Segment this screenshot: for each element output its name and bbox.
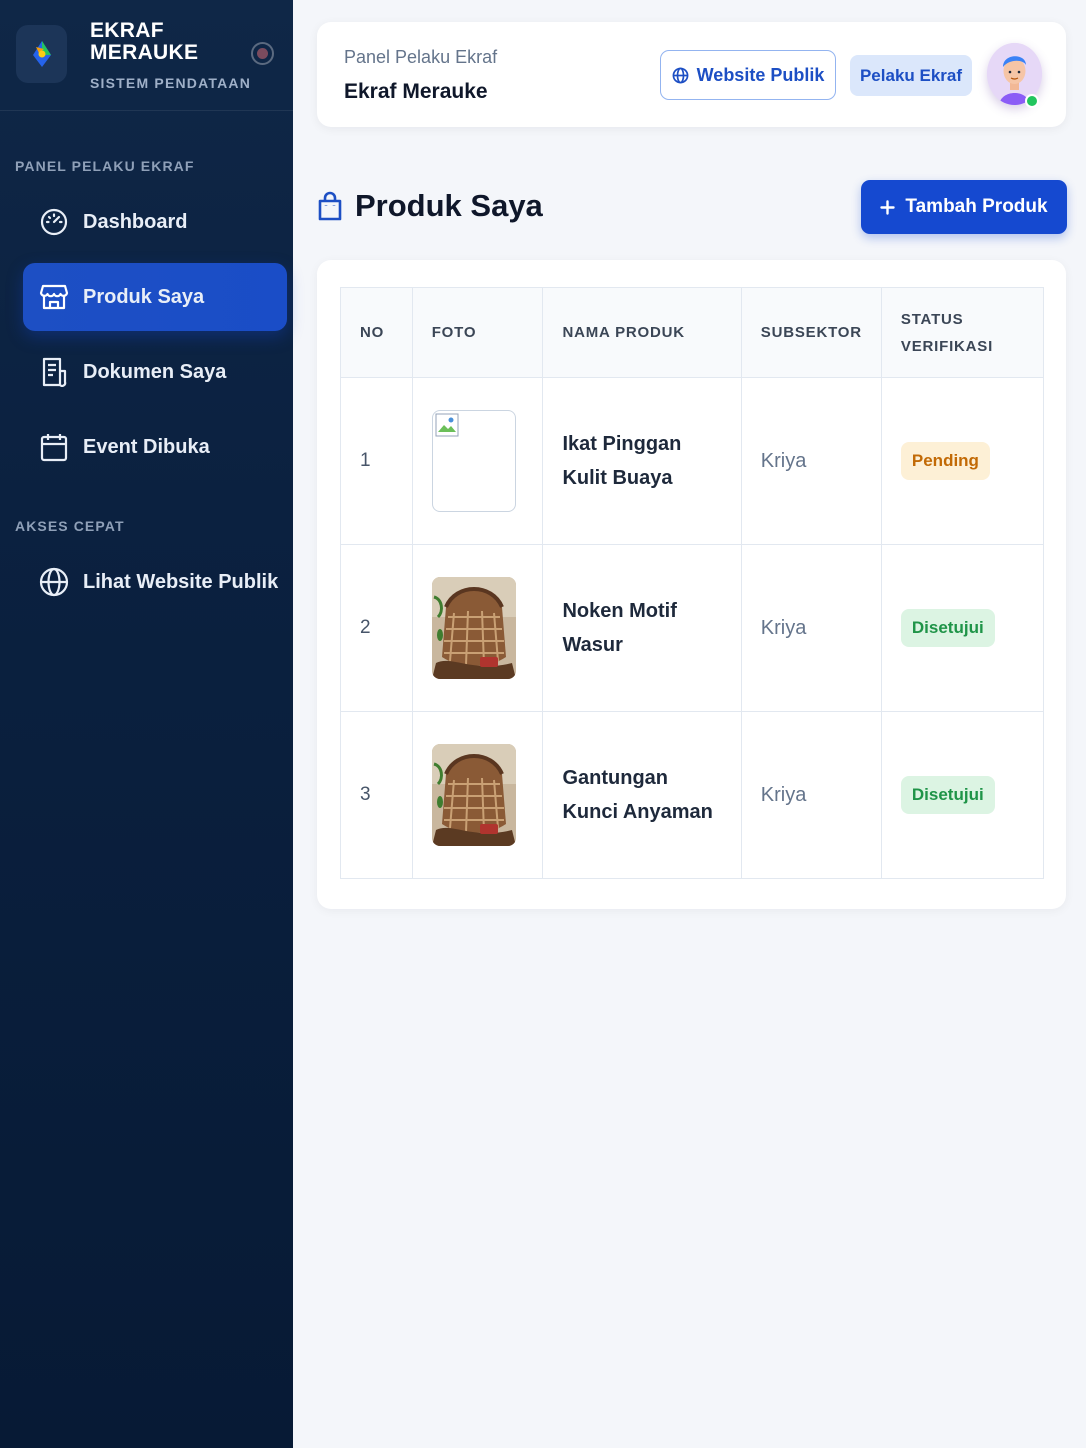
sidebar-item-label: Produk Saya bbox=[83, 285, 205, 308]
section-label-panel: PANEL PELAKU EKRAF bbox=[15, 158, 195, 174]
product-name: Noken Motif Wasur bbox=[542, 544, 742, 712]
tambah-produk-label: Tambah Produk bbox=[905, 196, 1048, 217]
website-publik-label: Website Publik bbox=[696, 64, 825, 85]
online-status-dot bbox=[1025, 94, 1039, 108]
product-name: Gantungan Kunci Anyaman bbox=[542, 711, 742, 879]
sidebar-item-label: Event Dibuka bbox=[83, 435, 210, 458]
sidebar-toggle-button[interactable] bbox=[251, 42, 274, 65]
sidebar-item-dokumen-saya[interactable]: Dokumen Saya bbox=[23, 338, 287, 406]
brand-logo[interactable] bbox=[16, 25, 67, 83]
product-photo[interactable] bbox=[431, 744, 516, 846]
avatar[interactable] bbox=[987, 43, 1042, 108]
sidebar: EKRAF MERAUKE SISTEM PENDATAAN PANEL PEL… bbox=[0, 0, 293, 1448]
row-number: 1 bbox=[340, 377, 413, 545]
product-subsektor: Kriya bbox=[740, 377, 882, 545]
sidebar-item-lihat-website-publik[interactable]: Lihat Website Publik bbox=[23, 548, 287, 616]
header-subtitle: Panel Pelaku Ekraf bbox=[344, 47, 498, 67]
row-photo-cell bbox=[411, 711, 544, 879]
brand-name-line1: EKRAF bbox=[90, 19, 164, 42]
plus-icon bbox=[880, 199, 896, 215]
status-badge: Disetujui bbox=[900, 776, 995, 814]
status-badge: Disetujui bbox=[900, 609, 995, 647]
globe-icon bbox=[38, 566, 70, 598]
header-title: Ekraf Merauke bbox=[344, 80, 488, 103]
row-photo-cell bbox=[411, 544, 544, 712]
section-label-quick: AKSES CEPAT bbox=[15, 518, 125, 534]
row-number: 2 bbox=[340, 544, 413, 712]
brand-name: EKRAF MERAUKE bbox=[90, 20, 198, 64]
product-table-card: NO FOTO NAMA PRODUK SUBSEKTOR STATUS VER… bbox=[317, 260, 1066, 909]
role-badge: Pelaku Ekraf bbox=[850, 55, 972, 96]
column-header-status-verifikasi: STATUS VERIFIKASI bbox=[880, 287, 1045, 378]
logo-icon bbox=[32, 41, 51, 67]
sidebar-item-label: Dashboard bbox=[83, 210, 188, 233]
sidebar-item-produk-saya[interactable]: Produk Saya bbox=[23, 263, 287, 331]
table-row[interactable]: 3 Gantungan Kunci Anyaman Kriya Disetuju… bbox=[340, 711, 1045, 879]
status-cell: Disetujui bbox=[880, 711, 1045, 879]
shopping-bag-icon bbox=[318, 191, 342, 221]
column-header-subsektor: SUBSEKTOR bbox=[740, 287, 882, 378]
status-badge: Pending bbox=[900, 442, 990, 480]
product-photo-broken[interactable] bbox=[431, 410, 516, 512]
page-title: Produk Saya bbox=[317, 186, 543, 226]
product-subsektor: Kriya bbox=[740, 544, 882, 712]
broken-image-icon bbox=[435, 413, 459, 437]
document-icon bbox=[38, 356, 70, 388]
sidebar-item-event-dibuka[interactable]: Event Dibuka bbox=[23, 413, 287, 481]
product-table: NO FOTO NAMA PRODUK SUBSEKTOR STATUS VER… bbox=[340, 287, 1045, 879]
brand-subtitle: SISTEM PENDATAAN bbox=[90, 75, 252, 91]
column-header-nama-produk: NAMA PRODUK bbox=[542, 287, 742, 378]
brand: EKRAF MERAUKE SISTEM PENDATAAN bbox=[0, 0, 293, 111]
globe-icon bbox=[672, 67, 689, 83]
product-name: Ikat Pinggan Kulit Buaya bbox=[542, 377, 742, 545]
website-publik-button[interactable]: Website Publik bbox=[660, 50, 836, 100]
top-header: Panel Pelaku Ekraf Ekraf Merauke Website… bbox=[317, 22, 1066, 127]
column-header-no: NO bbox=[340, 287, 413, 378]
calendar-icon bbox=[38, 431, 70, 463]
gauge-icon bbox=[38, 206, 70, 238]
product-photo[interactable] bbox=[431, 577, 516, 679]
table-row[interactable]: 2 Noken Motif Wasur Kriya Disetujui bbox=[340, 544, 1045, 712]
noken-bag-image bbox=[431, 744, 516, 846]
column-header-foto: FOTO bbox=[411, 287, 544, 378]
noken-bag-image bbox=[431, 577, 516, 679]
sidebar-item-dashboard[interactable]: Dashboard bbox=[23, 188, 287, 256]
table-row[interactable]: 1 Ikat Pinggan Kulit Buaya Kriya Pending bbox=[340, 377, 1045, 545]
store-icon bbox=[38, 281, 70, 313]
row-number: 3 bbox=[340, 711, 413, 879]
sidebar-item-label: Dokumen Saya bbox=[83, 360, 227, 383]
status-cell: Pending bbox=[880, 377, 1045, 545]
sidebar-item-label: Lihat Website Publik bbox=[83, 570, 279, 593]
status-cell: Disetujui bbox=[880, 544, 1045, 712]
table-header-row: NO FOTO NAMA PRODUK SUBSEKTOR STATUS VER… bbox=[340, 287, 1045, 378]
tambah-produk-button[interactable]: Tambah Produk bbox=[861, 180, 1067, 234]
page-title-text: Produk Saya bbox=[355, 188, 543, 223]
brand-name-line2: MERAUKE bbox=[90, 41, 199, 64]
toggle-dot-icon bbox=[257, 48, 268, 59]
row-photo-cell bbox=[411, 377, 544, 545]
product-subsektor: Kriya bbox=[740, 711, 882, 879]
